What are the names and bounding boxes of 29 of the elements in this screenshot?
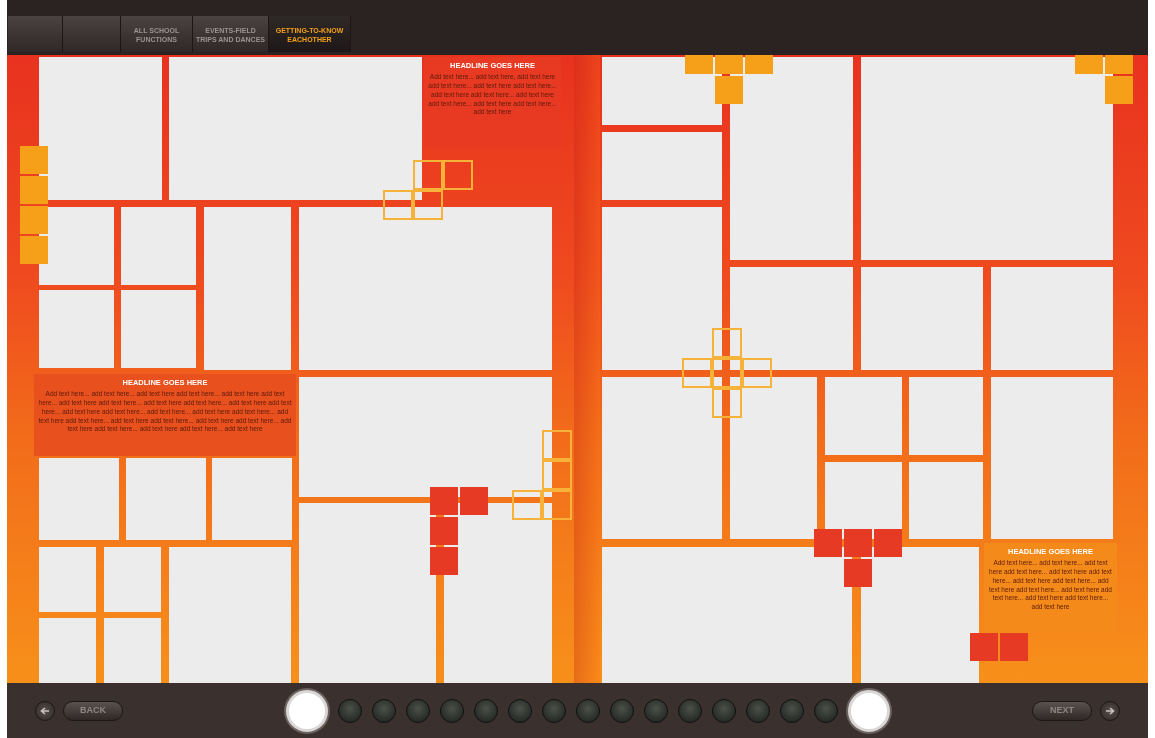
page-dot[interactable]: [814, 698, 838, 723]
page-dot[interactable]: [576, 698, 600, 723]
tile-squares-drawing: [1075, 55, 1133, 104]
photo-placeholder: [104, 618, 161, 683]
page-dot[interactable]: [508, 698, 532, 723]
page-dot[interactable]: [746, 698, 770, 723]
photo-placeholder: [104, 547, 161, 612]
next-button[interactable]: NEXT: [1032, 700, 1092, 721]
page-dot[interactable]: [712, 698, 736, 723]
page-dot[interactable]: [440, 698, 464, 723]
page-dot[interactable]: [542, 698, 566, 723]
photo-placeholder: [39, 547, 96, 612]
back-arrow-button[interactable]: [35, 700, 55, 721]
page-dot[interactable]: [406, 698, 430, 723]
tab[interactable]: [8, 16, 63, 52]
page-dot[interactable]: [372, 698, 396, 723]
back-button[interactable]: BACK: [63, 700, 123, 721]
next-arrow-button[interactable]: [1100, 700, 1120, 721]
page-dot[interactable]: [338, 698, 362, 723]
left-arrow-icon: [40, 706, 50, 715]
right-arrow-icon: [1105, 706, 1115, 715]
tile-squares-drawing: [970, 633, 1028, 661]
tab[interactable]: [63, 16, 121, 52]
page-dot[interactable]: [678, 698, 702, 723]
page-dot[interactable]: [474, 698, 498, 723]
page-dot[interactable]: [780, 698, 804, 723]
page-dot[interactable]: [610, 698, 634, 723]
page-dot[interactable]: [644, 698, 668, 723]
photo-placeholder: [39, 618, 96, 683]
